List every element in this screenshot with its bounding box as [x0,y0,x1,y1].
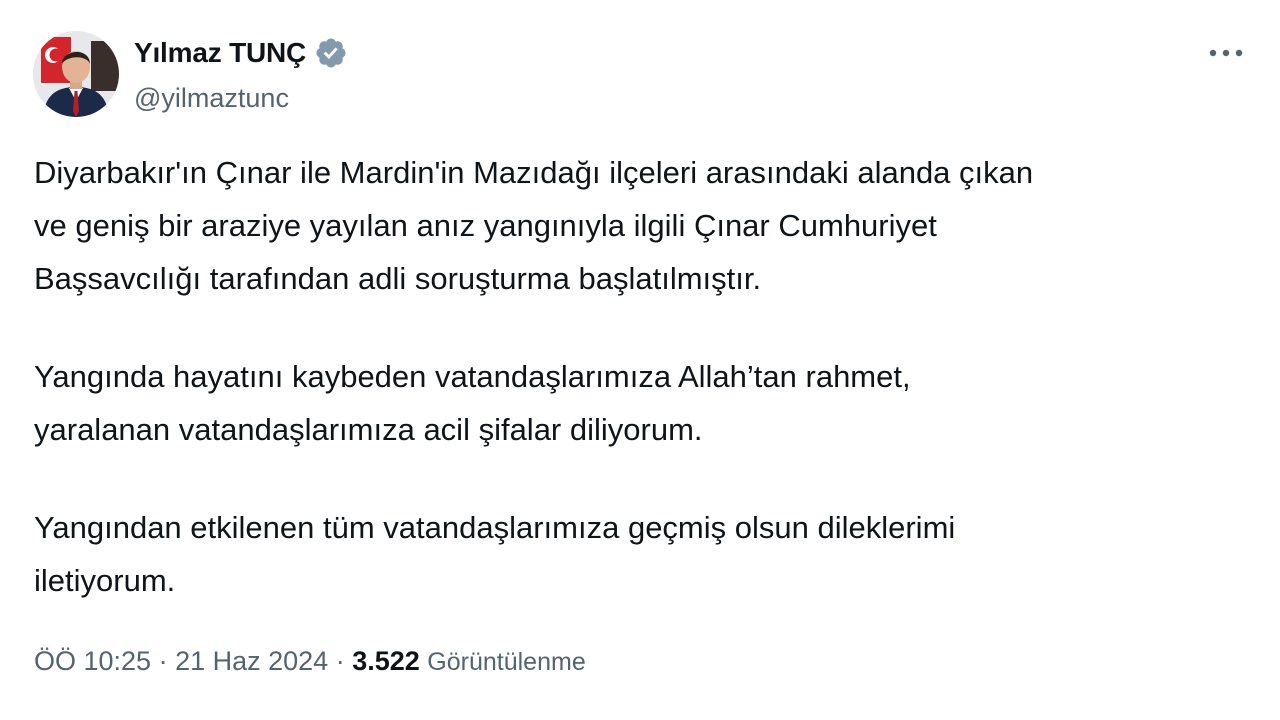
tweet-date[interactable]: 21 Haz 2024 [175,646,328,676]
tweet-paragraph: Yangından etkilenen tüm vatandaşlarımıza… [34,510,956,598]
tweet-time[interactable]: ÖÖ 10:25 [34,646,151,676]
views-count: 3.522 [352,646,420,676]
tweet-text: Diyarbakır'ın Çınar ile Mardin'in Mazıda… [34,146,1254,607]
tweet-card: Yılmaz TUNÇ @yilmaztunc Diyarbakır'ın Çı… [0,0,1280,720]
views-label: Görüntülenme [427,648,586,676]
avatar-image [33,31,119,117]
verified-badge-icon[interactable] [314,36,348,70]
meta-separator: · [328,646,353,676]
tweet-meta: ÖÖ 10:25 · 21 Haz 2024 · 3.522 Görüntüle… [34,646,586,677]
author-name-row: Yılmaz TUNÇ [134,36,348,70]
author-name[interactable]: Yılmaz TUNÇ [134,37,306,69]
tweet-paragraph: Yangında hayatını kaybeden vatandaşlarım… [34,359,911,447]
more-options-button[interactable] [1206,38,1246,68]
more-options-icon [1209,49,1243,57]
meta-separator: · [151,646,176,676]
avatar[interactable] [33,31,119,117]
author-handle[interactable]: @yilmaztunc [134,83,289,114]
tweet-paragraph: Diyarbakır'ın Çınar ile Mardin'in Mazıda… [34,155,1034,296]
